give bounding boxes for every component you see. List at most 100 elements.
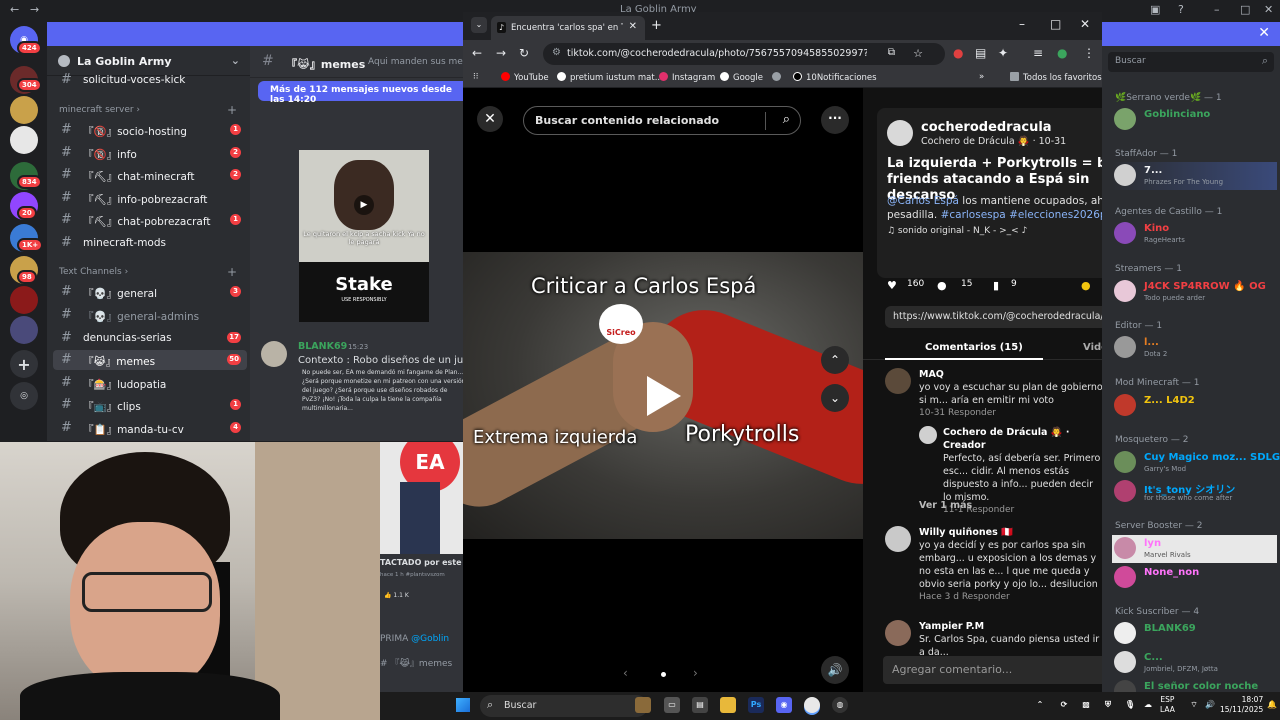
forward-arrow-icon[interactable]: →: [496, 46, 506, 60]
close-banner-icon[interactable]: ✕: [1258, 25, 1270, 41]
address-bar[interactable]: ⚙ tiktok.com/@cocherodedracula/photo/756…: [543, 43, 945, 65]
file-explorer-icon[interactable]: [720, 697, 736, 713]
tab-comments[interactable]: Comentarios (15): [925, 342, 1023, 353]
author-username[interactable]: cocherodedracula: [921, 120, 1052, 135]
security-icon[interactable]: ⛨: [1100, 697, 1116, 713]
channel-item[interactable]: # 『🎰』ludopatia: [53, 373, 247, 393]
help-icon[interactable]: ?: [1178, 3, 1184, 16]
hashtag-links[interactable]: #carlosespa #elecciones2026pe: [941, 209, 1102, 221]
chrome-icon[interactable]: [804, 697, 820, 713]
new-messages-bar[interactable]: Más de 112 mensajes nuevos desde las 14:…: [258, 81, 463, 105]
volume-icon[interactable]: 🔊: [1202, 697, 1218, 713]
related-search-input[interactable]: Buscar contenido relacionado ⌕: [523, 106, 801, 135]
volume-icon[interactable]: 🔊: [821, 656, 849, 684]
mention-link[interactable]: @Carlos Espá: [887, 195, 959, 207]
message-author[interactable]: BLANK69: [298, 341, 347, 352]
music-info[interactable]: ♫ sonido original - N_K - >_< ♪: [887, 226, 1027, 236]
avatar[interactable]: [885, 368, 911, 394]
message-input[interactable]: # 『😹』memes: [380, 656, 452, 669]
tab-search-icon[interactable]: ⌄: [471, 17, 487, 33]
close-tab-icon[interactable]: ✕: [629, 21, 637, 32]
tray-chevron-icon[interactable]: ⌃: [1032, 697, 1048, 713]
reload-icon[interactable]: ↻: [519, 46, 529, 60]
channel-item[interactable]: # 『⛏』chat-pobrezacraft 1: [53, 210, 247, 230]
search-icon[interactable]: ⌕: [783, 112, 790, 127]
minimize-icon[interactable]: –: [1019, 17, 1025, 31]
tray-icon[interactable]: ▩: [1078, 697, 1094, 713]
bookmark-globe[interactable]: [772, 72, 785, 83]
play-icon[interactable]: ▶: [354, 195, 374, 215]
bookmark-icon[interactable]: ▮: [993, 279, 999, 292]
discord-icon[interactable]: ◉: [776, 697, 792, 713]
reply-button[interactable]: Responder: [948, 408, 996, 418]
forward-arrow-icon[interactable]: →: [30, 3, 39, 16]
video-attachment[interactable]: ▶ Le quitaron el kcip a sacha kick Ya no…: [299, 150, 429, 262]
bookmark-star-icon[interactable]: ☆: [913, 47, 923, 60]
search-highlight-icon[interactable]: [635, 697, 651, 713]
channel-item[interactable]: # denuncias-serias 17: [53, 328, 247, 348]
profile-avatar-icon[interactable]: ●: [1057, 46, 1067, 60]
photoshop-icon[interactable]: Ps: [748, 697, 764, 713]
bookmark-x[interactable]: 10Notificaciones: [793, 72, 877, 83]
microphone-icon[interactable]: 🎙: [1122, 697, 1138, 713]
play-icon[interactable]: [647, 376, 681, 416]
pager-prev-icon[interactable]: ‹: [623, 666, 628, 680]
browser-tab[interactable]: ♪ Encuentra 'carlos spa' en TikTok ✕: [491, 16, 645, 40]
reply-button[interactable]: Responder: [966, 505, 1014, 515]
previous-post-icon[interactable]: ⌃: [821, 346, 849, 374]
tab-videos[interactable]: Videos: [1083, 342, 1102, 353]
language-indicator[interactable]: ESP LAA: [1160, 695, 1175, 715]
maximize-icon[interactable]: □: [1050, 17, 1061, 31]
channel-item[interactable]: # 『📋』manda-tu-cv 4: [53, 418, 247, 438]
extension-icon[interactable]: ●: [953, 46, 963, 60]
share-icon[interactable]: ●: [1081, 279, 1091, 292]
comment-author[interactable]: Willy quiñones 🇵🇪: [919, 526, 1102, 539]
media-icon[interactable]: ≡: [1033, 46, 1043, 60]
bookmark-google[interactable]: Google: [720, 72, 763, 83]
inbox-icon[interactable]: ▣: [1150, 3, 1160, 16]
wifi-icon[interactable]: ⌔: [1186, 697, 1202, 713]
apps-grid-icon[interactable]: ⁝⁝: [473, 72, 478, 82]
avatar[interactable]: [885, 620, 911, 646]
cloud-icon[interactable]: ☁: [1140, 697, 1156, 713]
extensions-puzzle-icon[interactable]: ✦: [998, 46, 1008, 60]
taskbar-search[interactable]: ⌕ Buscar: [480, 695, 648, 717]
avatar[interactable]: [261, 341, 287, 367]
comment-author[interactable]: Yampier P.M: [919, 620, 1102, 633]
add-channel-icon[interactable]: +: [227, 103, 237, 117]
new-tab-icon[interactable]: +: [651, 18, 662, 33]
close-icon[interactable]: ✕: [477, 106, 503, 132]
category-header[interactable]: Text Channels › +: [59, 265, 237, 279]
add-server-icon[interactable]: +: [10, 350, 38, 378]
back-arrow-icon[interactable]: ←: [10, 3, 19, 16]
member-item[interactable]: lyn Marvel Rivals: [1112, 535, 1277, 563]
reply-button[interactable]: Responder: [962, 592, 1010, 602]
copy-link-field[interactable]: https://www.tiktok.com/@cocherodedracula…: [885, 306, 1102, 328]
menu-dots-icon[interactable]: ⋮: [1083, 46, 1095, 60]
site-info-icon[interactable]: ⚙: [552, 47, 561, 58]
bookmark-pretium[interactable]: pretium iustum mat...: [557, 72, 663, 83]
channel-item[interactable]: # minecraft-mods: [53, 233, 247, 253]
minimize-icon[interactable]: –: [1214, 3, 1220, 16]
channel-item[interactable]: # 『💀』general 3: [53, 282, 247, 302]
member-item[interactable]: C... Jombriel, DFZM, Jøtta: [1112, 649, 1277, 677]
server-icon[interactable]: [10, 286, 38, 314]
obs-icon[interactable]: ◍: [832, 697, 848, 713]
explore-icon[interactable]: ◎: [10, 382, 38, 410]
bookmark-instagram[interactable]: Instagram: [659, 72, 715, 83]
comment-author[interactable]: MAQ: [919, 368, 1102, 381]
back-arrow-icon[interactable]: ←: [472, 46, 482, 60]
member-item[interactable]: J4CK SP4RROW 🔥 OG Todo puede arder: [1112, 278, 1277, 306]
channel-item[interactable]: # 『🔞』info 2: [53, 143, 247, 163]
server-icon[interactable]: [10, 126, 38, 154]
avatar[interactable]: [885, 526, 911, 552]
bookmarks-overflow-icon[interactable]: »: [979, 72, 984, 82]
add-channel-icon[interactable]: +: [227, 265, 237, 279]
meme-image[interactable]: Criticar a Carlos Espá SiCreo Extrema iz…: [463, 252, 863, 539]
next-post-icon[interactable]: ⌄: [821, 384, 849, 412]
member-item[interactable]: None_non: [1112, 564, 1277, 592]
bookmark-youtube[interactable]: YouTube: [501, 72, 549, 83]
member-item[interactable]: Cuy Magico moz... SDLG Garry's Mod: [1112, 449, 1280, 477]
category-header[interactable]: minecraft server › +: [59, 103, 237, 117]
member-item[interactable]: Kino RageHearts: [1112, 220, 1277, 248]
